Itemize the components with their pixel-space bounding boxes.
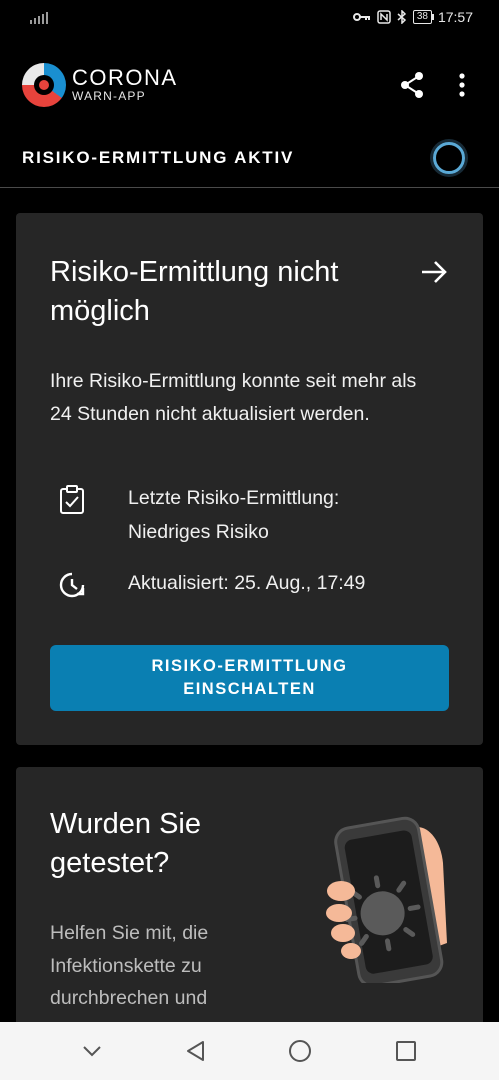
bluetooth-icon [397,10,406,24]
app-bar: CORONA WARN-APP [0,50,499,120]
recents-icon[interactable] [395,1040,417,1062]
back-icon[interactable] [185,1040,205,1062]
app-logo: CORONA WARN-APP [72,65,178,104]
key-icon [352,13,370,21]
enable-risk-check-button[interactable]: RISIKO-ERMITTLUNG EINSCHALTEN [50,645,449,711]
share-icon[interactable] [399,71,425,99]
hand-phone-virus-illustration [326,816,447,983]
updated-row: Aktualisiert: 25. Aug., 17:49 [50,566,365,600]
updated-timestamp: Aktualisiert: 25. Aug., 17:49 [128,572,366,594]
risk-activity-indicator-icon [433,141,465,174]
status-time: 17:57 [437,9,473,25]
last-check-label: Letzte Risiko-Ermittlung: [128,487,340,509]
risk-card-title: Risiko-Ermittlung nicht möglich [50,256,339,327]
nfc-icon [377,10,391,24]
button-label-line2: EINSCHALTEN [183,680,316,698]
app-logo-icon [22,63,66,107]
last-check-row: Letzte Risiko-Ermittlung: Niedriges Risi… [50,481,339,549]
battery-icon: 38 [412,10,435,24]
test-card[interactable]: Wurden Sie getestet? Helfen Sie mit, die… [16,767,483,1057]
risk-card[interactable]: Risiko-Ermittlung nicht möglich Ihre Ris… [16,213,483,745]
arrow-right-icon[interactable] [421,261,447,283]
home-icon[interactable] [288,1039,312,1063]
history-clock-icon [59,572,85,598]
more-vert-icon[interactable] [459,73,465,97]
button-label-line1: RISIKO-ERMITTLUNG [151,657,348,675]
risk-status-bar: RISIKO-ERMITTLUNG AKTIV [0,128,499,188]
risk-status-label: RISIKO-ERMITTLUNG AKTIV [22,147,295,167]
logo-subtitle: WARN-APP [72,89,146,103]
logo-title: CORONA [72,65,178,90]
risk-card-description: Ihre Risiko-Ermittlung konnte seit mehr … [50,370,417,425]
status-bar: 38 17:57 [0,0,499,34]
last-check-value: Niedriges Risiko [128,521,269,543]
chevron-down-icon[interactable] [82,1045,102,1057]
test-card-title: Wurden Sie getestet? [50,808,201,879]
signal-icon [30,10,48,24]
system-navigation-bar [0,1022,499,1080]
clipboard-check-icon [60,485,84,514]
test-card-description: Helfen Sie mit, die Infektionskette zu d… [50,922,209,1009]
